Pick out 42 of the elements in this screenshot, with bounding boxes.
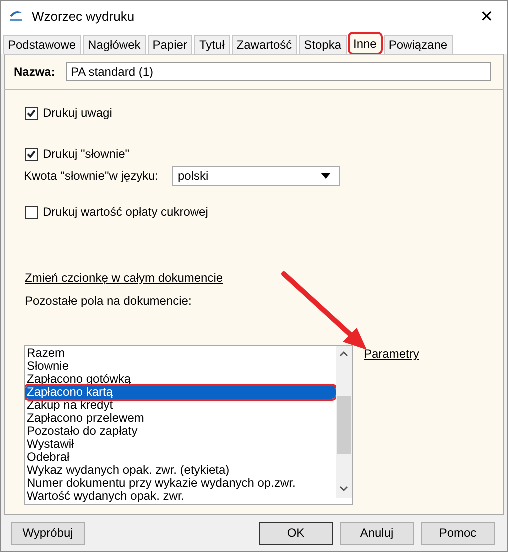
- window-title: Wzorzec wydruku: [32, 8, 136, 24]
- list-item[interactable]: Zakup na kredyt: [25, 399, 336, 412]
- tab[interactable]: Stopka: [299, 35, 346, 54]
- list-item[interactable]: Zapłacono gotówką: [25, 373, 336, 386]
- checkbox[interactable]: [25, 148, 38, 160]
- dialog-button[interactable]: Pomoc: [421, 522, 495, 544]
- list-item[interactable]: Zapłacono kartą: [25, 386, 336, 399]
- name-field[interactable]: PA standard (1): [66, 62, 491, 81]
- fields-label: Pozostałe pola na dokumencie:: [24, 294, 193, 308]
- tab[interactable]: Nagłówek: [83, 35, 146, 54]
- tab[interactable]: Powiązane: [384, 35, 453, 54]
- close-button[interactable]: ✕: [467, 1, 507, 31]
- tab[interactable]: Podstawowe: [3, 35, 82, 54]
- checkbox-label: Drukuj wartość opłaty cukrowej: [43, 205, 208, 219]
- tab[interactable]: Papier: [148, 35, 192, 54]
- dialog-button[interactable]: Anuluj: [340, 522, 414, 544]
- list-item[interactable]: Wykaz wydanych opak. zwr. (etykieta): [25, 464, 336, 477]
- dialog-button[interactable]: OK: [259, 522, 333, 544]
- list-item[interactable]: Odebrał: [25, 451, 336, 464]
- checkbox[interactable]: [25, 206, 38, 218]
- list-item[interactable]: Słownie: [25, 360, 336, 373]
- parameters-link[interactable]: Parametry: [364, 347, 420, 361]
- list-item[interactable]: Numer dokumentu przy wykazie wydanych op.zwr.: [25, 477, 336, 490]
- list-item[interactable]: Razem: [25, 347, 336, 360]
- try-button[interactable]: Wypróbuj: [11, 522, 85, 544]
- tab[interactable]: Tytuł: [194, 35, 230, 54]
- dropdown-label: Kwota "słownie"w języku:: [24, 169, 160, 183]
- change-font-link[interactable]: Zmień czcionkę w całym dokumencie: [25, 271, 224, 285]
- tab[interactable]: Zawartość: [232, 35, 298, 54]
- tab[interactable]: Inne: [348, 33, 382, 54]
- dropdown-arrow-icon: [321, 173, 331, 179]
- app-logo-icon: [8, 9, 24, 23]
- checkbox-label: Drukuj uwagi: [43, 106, 112, 120]
- scrollbar-drawing[interactable]: [336, 346, 352, 498]
- name-label: Nazwa:: [14, 64, 56, 78]
- list-item[interactable]: Wartość wydanych opak. zwr.: [25, 490, 336, 503]
- checkbox-label: Drukuj "słownie": [43, 147, 130, 161]
- list-item[interactable]: Wystawił: [25, 438, 336, 451]
- language-dropdown[interactable]: polski: [172, 166, 340, 186]
- checkbox[interactable]: [25, 106, 38, 120]
- list-item[interactable]: Pozostało do zapłaty: [25, 425, 336, 438]
- list-item[interactable]: Zapłacono przelewem: [25, 412, 336, 425]
